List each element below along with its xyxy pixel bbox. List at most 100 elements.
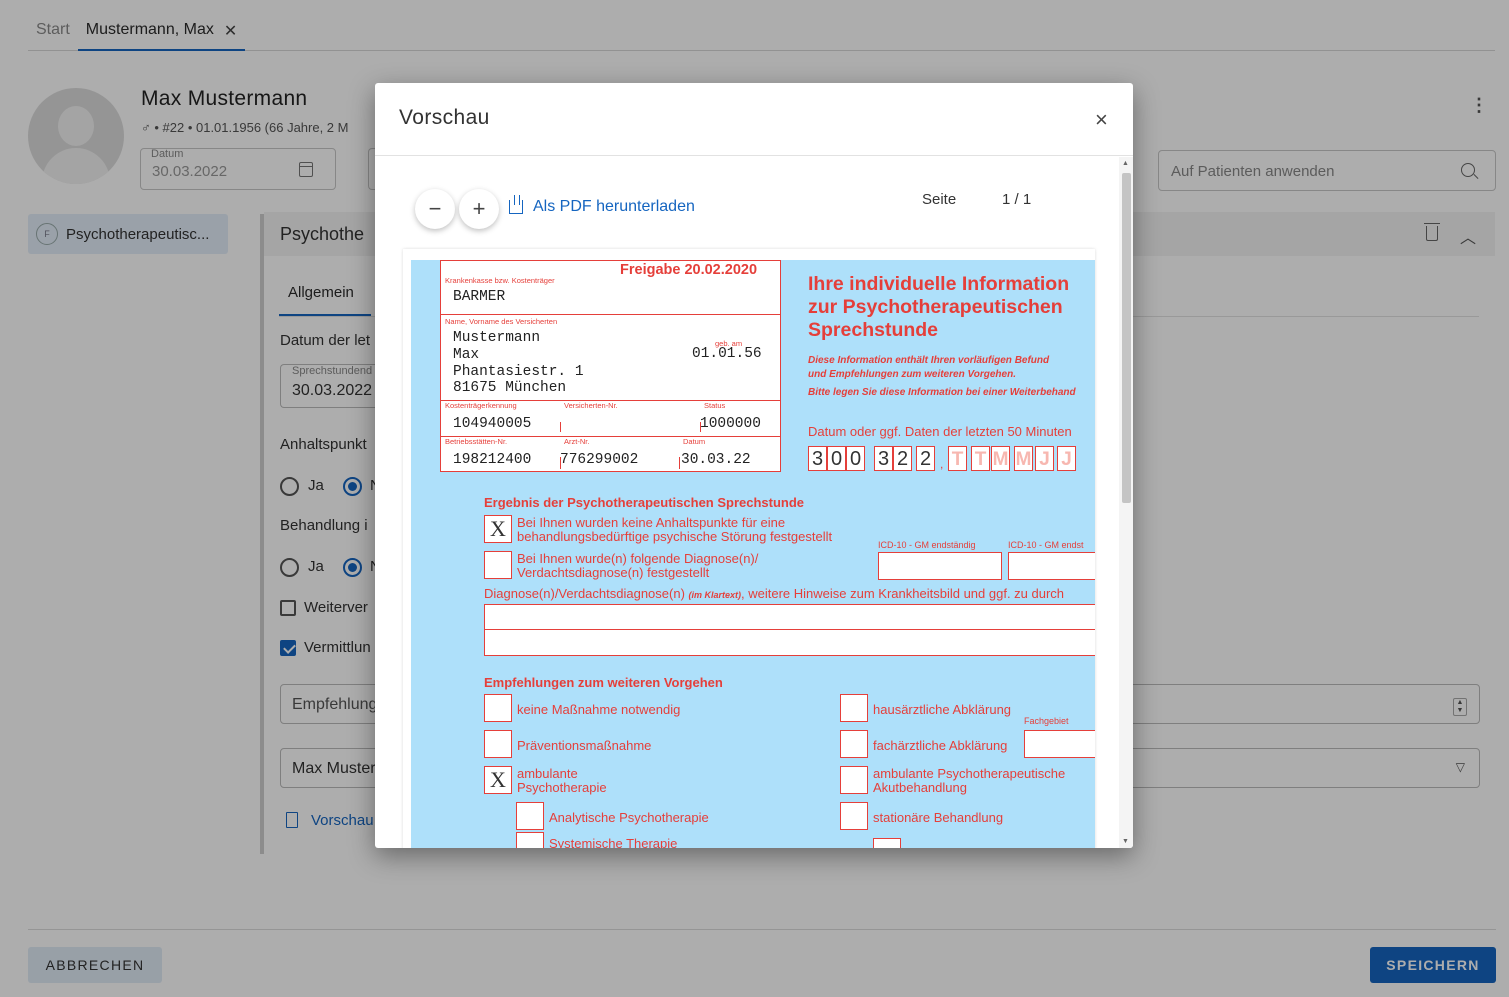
rec-acute-line-2: Akutbehandlung	[873, 780, 967, 795]
rec-gp-label: hausärztliche Abklärung	[873, 702, 1012, 717]
date-placeholder: J	[1035, 446, 1054, 471]
date-separator: ,	[940, 457, 944, 471]
checkbox-rec-inpatient	[840, 802, 868, 830]
download-pdf-link[interactable]: Als PDF herunterladen	[509, 195, 695, 216]
payer-id-value: 104940005	[453, 416, 532, 432]
rec-outpatient-line-1: ambulante	[517, 766, 578, 781]
rec-none-label: keine Maßnahme notwendig	[517, 702, 681, 717]
result-diag-line-1: Bei Ihnen wurde(n) folgende Diagnose(n)/	[517, 551, 759, 566]
site-no-value: 198212400	[453, 452, 532, 468]
insured-street: Phantasiestr. 1	[453, 364, 584, 380]
page-label: Seite	[922, 191, 957, 208]
date-digit: 3	[874, 446, 893, 471]
checkbox-rec-analytic	[516, 802, 544, 830]
dialog-title: Vorschau	[399, 106, 490, 129]
checkbox-rec-systemic	[516, 832, 544, 848]
pdf-form: Freigabe 20.02.2020 Krankenkasse bzw. Ko…	[411, 260, 1095, 848]
diagnosis-text-label: Diagnose(n)/Verdachtsdiagnose(n) (im Kla…	[484, 586, 1064, 601]
date-digit: 2	[916, 446, 935, 471]
dob-value: 01.01.56	[692, 346, 762, 362]
date-placeholder: M	[1014, 446, 1033, 471]
dialog-header: Vorschau ×	[375, 83, 1133, 156]
checkbox-rec-none	[484, 694, 512, 722]
scroll-down-icon[interactable]: ▼	[1122, 838, 1129, 845]
diagnosis-text-c: , weitere Hinweise zum Krankheitsbild un…	[741, 586, 1065, 601]
date-digit: 0	[846, 446, 865, 471]
result-diag-line-2: Verdachtsdiagnose(n) festgestellt	[517, 565, 710, 580]
icd-field-2	[1008, 552, 1095, 580]
result-heading: Ergebnis der Psychotherapeutischen Sprec…	[484, 495, 805, 510]
doc-heading-1: Ihre individuelle Information	[808, 273, 1070, 295]
download-icon	[509, 195, 523, 214]
checkbox-no-indications: X	[484, 515, 512, 543]
form-tick	[679, 457, 680, 469]
specialty-label: Fachgebiet	[1024, 716, 1069, 726]
site-no-label: Betriebsstätten-Nr.	[445, 437, 508, 446]
insured-firstname: Max	[453, 347, 480, 363]
date-placeholder: J	[1057, 446, 1076, 471]
checkbox-diagnosis	[484, 551, 512, 579]
form-tick	[560, 457, 561, 469]
rec-acute-line-1: ambulante Psychotherapeutische	[873, 766, 1066, 781]
doctor-no-label: Arzt-Nr.	[564, 437, 590, 446]
doc-heading-3: Sprechstunde	[808, 319, 939, 341]
scroll-up-icon[interactable]: ▲	[1122, 160, 1129, 167]
page-counter: 1 / 1	[1002, 191, 1032, 208]
dates-label: Datum oder ggf. Daten der letzten 50 Min…	[808, 424, 1072, 439]
form-line	[440, 314, 781, 315]
checkbox-rec-gp	[840, 694, 868, 722]
rec-outpatient-line-2: Psychotherapie	[517, 780, 607, 795]
checkbox-rec-other	[873, 838, 901, 848]
insured-surname: Mustermann	[453, 330, 541, 346]
doc-heading-2: zur Psychotherapeutischen	[808, 296, 1063, 318]
payer-id-label: Kostenträgerkennung	[445, 401, 517, 410]
zoom-out-button[interactable]: −	[415, 189, 455, 229]
rec-prevention-label: Präventionsmaßnahme	[517, 738, 652, 753]
pdf-viewer[interactable]: − + Als PDF herunterladen Seite 1 / 1 Fr…	[375, 157, 1119, 848]
icd-label-2: ICD-10 - GM endst	[1008, 540, 1084, 550]
scrollbar[interactable]: ▲ ▼	[1119, 157, 1133, 848]
scrollbar-thumb[interactable]	[1122, 173, 1131, 503]
checkbox-rec-specialist	[840, 730, 868, 758]
doc-intro-3: Bitte legen Sie diese Information bei ei…	[808, 387, 1076, 398]
checkbox-rec-prevention	[484, 730, 512, 758]
insured-city: 81675 München	[453, 380, 567, 396]
date-label: Datum	[683, 437, 706, 446]
pdf-page: Freigabe 20.02.2020 Krankenkasse bzw. Ko…	[403, 249, 1095, 848]
rec-systemic-label: Systemische Therapie	[549, 836, 678, 848]
diagnosis-text-b: (im Klartext)	[688, 590, 742, 600]
rec-specialist-label: fachärztliche Abklärung	[873, 738, 1008, 753]
specialty-field	[1024, 730, 1095, 758]
close-icon[interactable]: ×	[1095, 107, 1108, 133]
zoom-in-button[interactable]: +	[459, 189, 499, 229]
result-none-line-2: behandlungsbedürftige psychische Störung…	[517, 529, 833, 544]
doc-intro-2: und Empfehlungen zum weiteren Vorgehen.	[808, 369, 1016, 380]
date-digit: 2	[893, 446, 912, 471]
preview-dialog: Vorschau × − + Als PDF herunterladen Sei…	[375, 83, 1133, 848]
diagnosis-line-2	[484, 630, 1095, 656]
diagnosis-line-1	[484, 604, 1095, 630]
doctor-no-value: 776299002	[560, 452, 639, 468]
result-none-line-1: Bei Ihnen wurden keine Anhaltspunkte für…	[517, 515, 786, 530]
download-pdf-label: Als PDF herunterladen	[533, 198, 695, 215]
form-tick	[560, 422, 561, 432]
date-placeholder: T	[971, 446, 990, 471]
date-placeholder: T	[948, 446, 967, 471]
diagnosis-text-a: Diagnose(n)/Verdachtsdiagnose(n)	[484, 586, 689, 601]
insurer-label: Krankenkasse bzw. Kostenträger	[445, 276, 555, 285]
insured-label: Name, Vorname des Versicherten	[445, 317, 558, 326]
date-digit: 3	[808, 446, 827, 471]
form-tick	[700, 422, 701, 432]
checkbox-rec-acute	[840, 766, 868, 794]
date-digit: 0	[827, 446, 846, 471]
rec-inpatient-label: stationäre Behandlung	[873, 810, 1004, 825]
status-value: 1000000	[700, 416, 761, 432]
rec-analytic-label: Analytische Psychotherapie	[549, 810, 709, 825]
doc-intro-1: Diese Information enthält Ihren vorläufi…	[808, 355, 1050, 366]
form-date-value: 30.03.22	[681, 452, 751, 468]
checkbox-rec-outpatient: X	[484, 766, 512, 794]
icd-label-1: ICD-10 - GM endständig	[878, 540, 976, 550]
icd-field-1	[878, 552, 1002, 580]
rec-heading: Empfehlungen zum weiteren Vorgehen	[484, 675, 723, 690]
insured-no-label: Versicherten-Nr.	[564, 401, 618, 410]
